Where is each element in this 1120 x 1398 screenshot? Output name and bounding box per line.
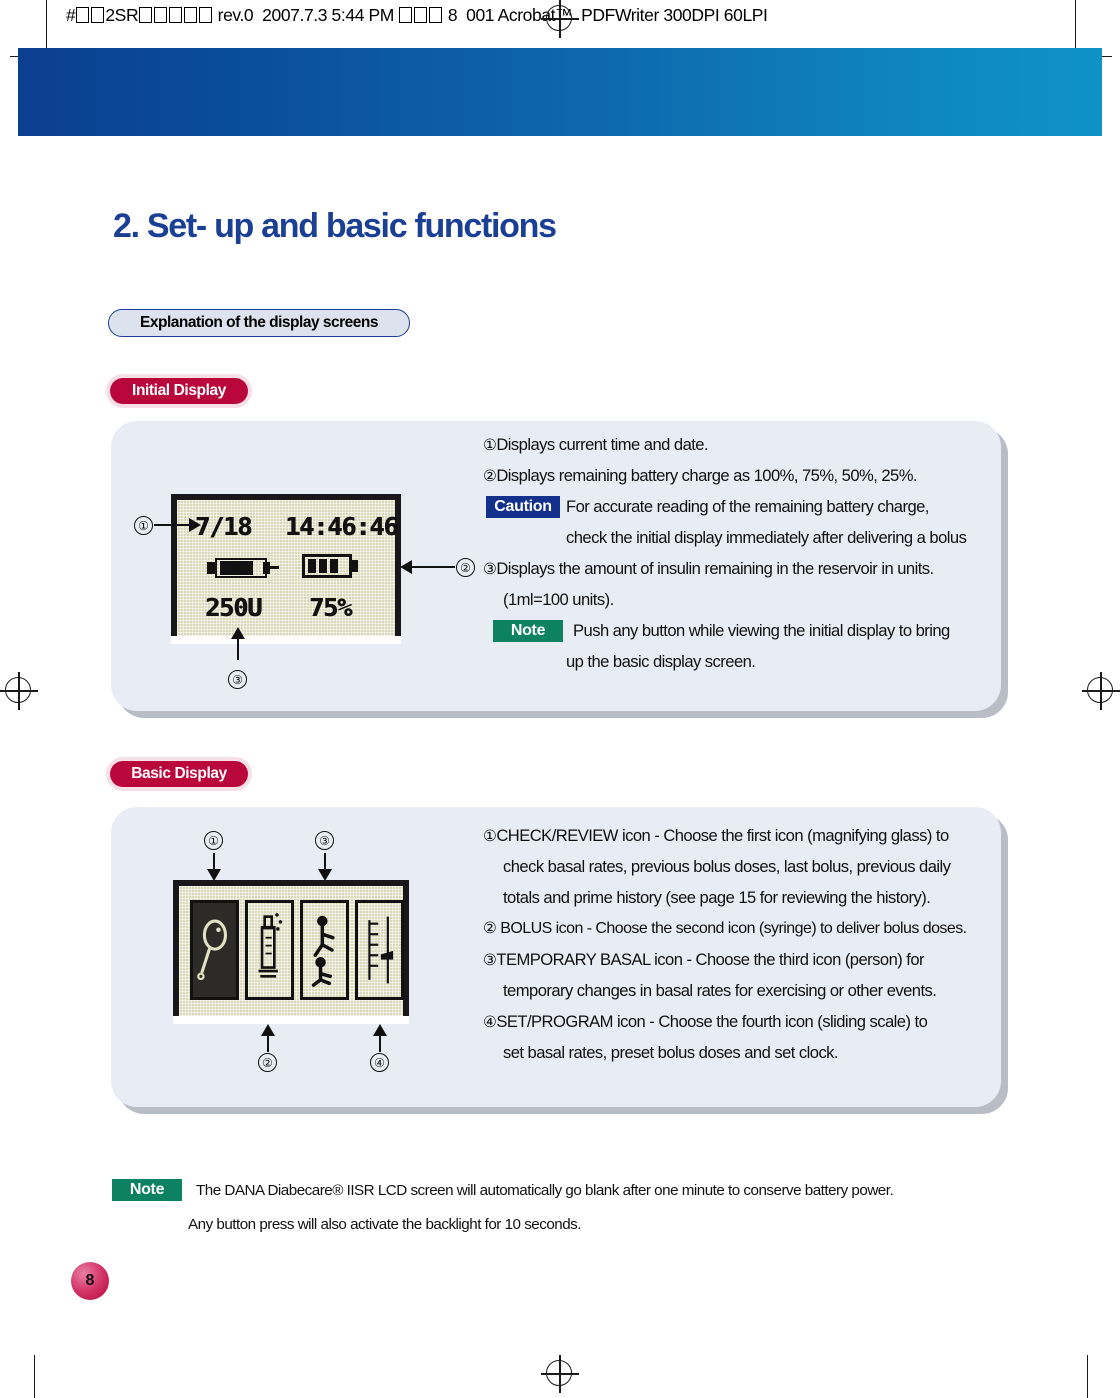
lcd-date: 7/18 [195, 512, 252, 541]
sliding-scale-icon[interactable] [355, 900, 404, 1000]
basic-line-2: check basal rates, previous bolus doses,… [503, 851, 951, 882]
syringe-glyph [258, 913, 283, 978]
print-header-text: #2SR rev.0 2007.7.3 5:44 PM 8 001 Acroba… [66, 5, 768, 25]
initial-line-4: check the initial display immediately af… [566, 522, 967, 553]
initial-line-1: ①Displays current time and date. [483, 429, 709, 461]
list-text: temporary changes in basal rates for exe… [503, 981, 937, 1000]
syringe-icon [207, 556, 281, 582]
registration-mark-bottom [541, 1355, 579, 1393]
list-text: For accurate reading of the remaining ba… [566, 497, 929, 516]
basic-lcd-baseline-gap [173, 1016, 409, 1024]
initial-line-8: up the basic display screen. [566, 646, 756, 677]
basic-display-lcd [173, 880, 409, 1022]
basic-callout-number-3: ③ [315, 831, 334, 850]
battery-icon [302, 554, 360, 580]
callout-1-arrow [189, 518, 201, 532]
callout-number-1: ① [134, 516, 153, 535]
banner-title-placeholder [128, 136, 423, 169]
basic-line-7: ④SET/PROGRAM icon - Choose the fourth ic… [483, 1006, 928, 1038]
list-text: BOLUS icon - Choose the second icon (syr… [496, 920, 967, 937]
basic-line-1: ①CHECK/REVIEW icon - Choose the first ic… [483, 820, 949, 852]
footer-note-line-2: Any button press will also activate the … [188, 1216, 581, 1233]
crop-mark-bottom-right-v [1087, 1355, 1089, 1398]
crop-mark-bottom-left-v [34, 1355, 36, 1398]
section-header: Explanation of the display screens [108, 309, 410, 337]
list-text: Push any button while viewing the initia… [573, 621, 950, 640]
basic-display-panel: ① ③ ② ④ ①CHECK/REVIEW icon - Choose the … [111, 807, 1001, 1107]
crop-mark-top-left-v [46, 0, 48, 50]
callout-number-3: ③ [228, 670, 247, 689]
list-marker: ② [483, 467, 497, 485]
basic-line-3: totals and prime history (see page 15 fo… [503, 882, 931, 913]
page-number-badge: 8 [71, 1262, 109, 1300]
list-text: up the basic display screen. [566, 652, 756, 671]
basic-callout-4-leader [379, 1035, 381, 1052]
lcd-insulin-units: 250U [205, 593, 262, 622]
initial-display-pill: Initial Display [110, 378, 248, 404]
crop-mark-top-right-v [1075, 0, 1077, 50]
list-text: (1ml=100 units). [503, 590, 614, 609]
list-text: check basal rates, previous bolus doses,… [503, 857, 951, 876]
page-banner [18, 48, 1102, 169]
basic-line-4: ② BOLUS icon - Choose the second icon (s… [483, 913, 967, 944]
initial-display-pill-wrap: Initial Display [106, 374, 252, 408]
list-marker: ④ [483, 1013, 497, 1031]
magnifying-glass-glyph [197, 919, 228, 981]
list-text: set basal rates, preset bolus doses and … [503, 1043, 839, 1062]
list-marker: ③ [483, 951, 497, 969]
callout-2-leader [411, 566, 455, 568]
sliding-scale-glyph [368, 916, 394, 984]
basic-callout-number-2: ② [258, 1053, 277, 1072]
footer-note-badge: Note [112, 1179, 182, 1201]
basic-callout-2-leader [267, 1035, 269, 1052]
footer-note-line-2-row: Any button press will also activate the … [188, 1216, 581, 1233]
person-exercising-icon[interactable] [300, 900, 349, 1000]
basic-callout-number-1: ① [204, 831, 223, 850]
registration-mark-right [1082, 672, 1120, 710]
initial-line-5: ③Displays the amount of insulin remainin… [483, 553, 934, 585]
initial-line-2: ②Displays remaining battery charge as 10… [483, 460, 918, 492]
initial-line-6: (1ml=100 units). [503, 584, 614, 615]
list-text: Displays the amount of insulin remaining… [496, 559, 934, 578]
caution-badge: Caution [486, 496, 560, 518]
syringe-tile-icon[interactable] [245, 900, 294, 1000]
initial-display-lcd: 7/18 14:46:46 250U 75% [171, 494, 401, 642]
footer-note-row: Note The DANA Diabecare® IISR LCD screen … [112, 1179, 894, 1201]
list-text: Displays remaining battery charge as 100… [496, 466, 917, 485]
lcd-baseline-gap [171, 636, 401, 644]
basic-callout-number-4: ④ [370, 1053, 389, 1072]
note-badge: Note [493, 620, 563, 642]
registration-mark-top [541, 0, 579, 38]
list-marker: ① [483, 436, 497, 454]
lcd-battery-percent: 75% [309, 593, 352, 622]
list-text: totals and prime history (see page 15 fo… [503, 888, 931, 907]
callout-number-2: ② [456, 558, 475, 577]
footer-note-line-1: The DANA Diabecare® IISR LCD screen will… [196, 1182, 894, 1199]
callout-2-arrow [400, 560, 412, 574]
basic-line-6: temporary changes in basal rates for exe… [503, 975, 937, 1006]
list-text: check the initial display immediately af… [566, 528, 967, 547]
page-title: 2. Set- up and basic functions [113, 207, 557, 245]
callout-3-arrow [231, 627, 245, 639]
registration-mark-left [0, 672, 38, 710]
list-marker: ② [483, 919, 497, 937]
basic-line-8: set basal rates, preset bolus doses and … [503, 1037, 839, 1068]
list-marker: ③ [483, 560, 497, 578]
basic-display-pill-wrap: Basic Display [106, 757, 252, 791]
list-text: CHECK/REVIEW icon - Choose the first ico… [496, 826, 949, 845]
initial-display-panel: 7/18 14:46:46 250U 75% ① ② ③ ①Displays c… [111, 421, 1001, 711]
initial-line-3: Caution For accurate reading of the remai… [486, 491, 929, 522]
magnifying-glass-icon[interactable] [190, 900, 239, 1000]
callout-1-leader [154, 524, 192, 526]
list-text: TEMPORARY BASAL icon - Choose the third … [496, 950, 924, 969]
lcd-time: 14:46:46 [285, 512, 398, 541]
basic-display-pill: Basic Display [110, 761, 248, 787]
person-exercising-glyph [311, 915, 335, 987]
initial-line-7: Note Push any button while viewing the in… [493, 615, 950, 646]
list-text: Displays current time and date. [496, 435, 709, 454]
list-marker: ① [483, 827, 497, 845]
list-text: SET/PROGRAM icon - Choose the fourth ico… [496, 1012, 928, 1031]
basic-line-5: ③TEMPORARY BASAL icon - Choose the third… [483, 944, 925, 976]
